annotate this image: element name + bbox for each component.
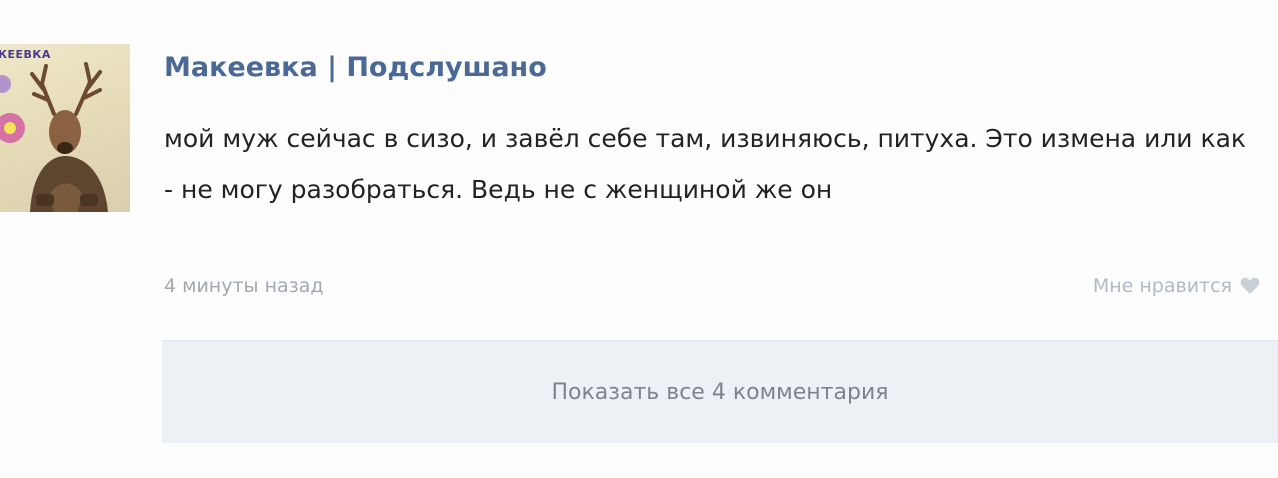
post-author-link[interactable]: Макеевка | Подслушано	[164, 52, 547, 83]
heart-icon	[1240, 277, 1260, 294]
post-timestamp[interactable]: 4 минуты назад	[164, 275, 324, 297]
like-button[interactable]: Мне нравится	[1093, 275, 1260, 297]
group-avatar[interactable]: КЕЕВКА	[0, 44, 130, 212]
show-comments-button[interactable]: Показать все 4 комментария	[162, 340, 1278, 443]
avatar-caption: КЕЕВКА	[0, 48, 51, 61]
post-text: мой муж сейчас в сизо, и завёл себе там,…	[164, 124, 1247, 204]
deer-avatar-image	[0, 62, 108, 212]
show-comments-label: Показать все 4 комментария	[551, 379, 889, 405]
like-label: Мне нравится	[1092, 275, 1232, 297]
wall-post: КЕЕВКА Макеевка | Подслушано мой муж сей…	[0, 0, 1278, 478]
